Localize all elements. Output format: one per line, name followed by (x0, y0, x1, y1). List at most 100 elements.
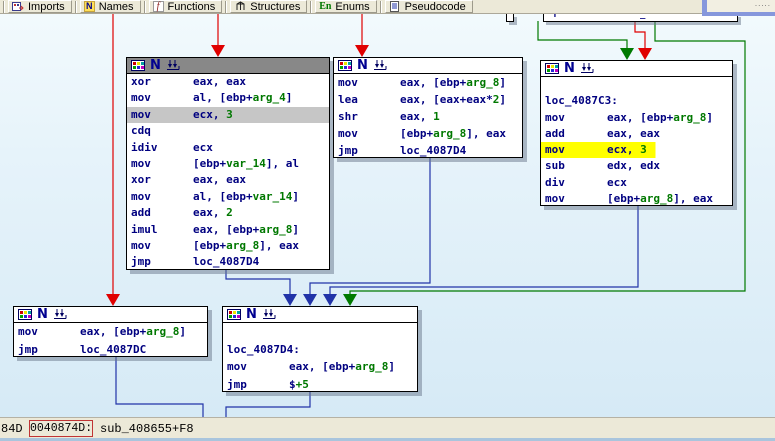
asm-line[interactable]: mov[ebp+var_14], al (127, 156, 329, 172)
tab-pseudocode[interactable]: Pseudocode (385, 0, 473, 13)
code-token: eax, eax (193, 173, 246, 186)
block-name-icon[interactable]: N (37, 308, 48, 321)
operands: eax, [ebp+arg_8] (289, 360, 395, 373)
asm-line[interactable]: shreax, 1 (334, 108, 522, 125)
overlapping-window-corner: ..... (702, 0, 775, 16)
asm-line[interactable]: jmploc_4087D4 (127, 254, 329, 270)
code-token: ecx (193, 141, 213, 154)
operands: loc_4087D4 (193, 255, 259, 268)
asm-line[interactable]: mov[ebp+arg_8], eax (127, 238, 329, 254)
asm-line[interactable]: mov[ebp+arg_8], eax (541, 191, 732, 207)
asm-line[interactable]: moveax, [ebp+arg_8] (223, 358, 417, 376)
enums-icon: En (319, 1, 331, 12)
location-label: loc_4087D4: (227, 343, 300, 356)
block-title-bar[interactable]: N (14, 307, 207, 323)
asm-label-line[interactable]: loc_4087D4: (223, 341, 417, 359)
tab-functions[interactable]: f Functions (149, 0, 223, 13)
operands: eax, [eax+eax*2] (400, 93, 506, 106)
asm-line[interactable]: movecx, 3 (127, 107, 329, 123)
mnemonic: mov (545, 110, 607, 126)
mnemonic: jmp (338, 142, 400, 159)
operands: edx, edx (607, 159, 660, 172)
block-name-icon[interactable]: N (246, 308, 257, 321)
asm-blank-line[interactable] (541, 77, 732, 93)
block-palette-icon[interactable] (227, 309, 241, 320)
mnemonic: jmp (227, 376, 289, 394)
block-palette-icon[interactable] (338, 60, 352, 71)
asm-line[interactable]: addeax, eax (541, 126, 732, 142)
tab-toolbar: Imports N Names f Functions Structures E… (0, 0, 775, 14)
asm-blank-line[interactable] (223, 323, 417, 341)
tab-structures[interactable]: Structures (230, 0, 307, 13)
operands: al, [ebp+arg_4] (193, 91, 292, 104)
asm-line[interactable]: xoreax, eax (127, 172, 329, 188)
code-token: ] (388, 360, 395, 373)
asm-line[interactable]: jmp$+5 (223, 376, 417, 394)
basic-block-4[interactable]: Nmoveax, [ebp+arg_8]jmploc_4087DC (13, 306, 208, 357)
block-name-icon[interactable]: N (564, 62, 575, 75)
operands: loc_4087DC (80, 343, 146, 356)
mnemonic: shr (338, 108, 400, 125)
block-name-icon[interactable]: N (357, 59, 368, 72)
asm-line[interactable]: idivecx (127, 140, 329, 156)
basic-block-1[interactable]: Nxoreax, eaxmoval, [ebp+arg_4]movecx, 3c… (126, 57, 330, 270)
collapse-graph-icon[interactable] (580, 63, 595, 74)
tab-names[interactable]: N Names (80, 0, 141, 13)
code-token: ] (292, 190, 299, 203)
collapse-graph-icon[interactable] (53, 309, 68, 320)
tab-enums[interactable]: En Enums (315, 0, 376, 13)
mnemonic: mov (131, 90, 193, 106)
block-title-bar[interactable]: N (223, 307, 417, 323)
collapse-graph-icon[interactable] (166, 60, 181, 71)
block-name-icon[interactable]: N (150, 59, 161, 72)
block-title-bar[interactable]: N (334, 58, 522, 74)
asm-line[interactable]: moveax, [ebp+arg_8] (14, 323, 207, 341)
asm-line[interactable]: movecx, 3 (541, 142, 732, 158)
code-token: eax, eax (607, 127, 660, 140)
block-title-bar[interactable]: N (541, 61, 732, 77)
code-token: loc_4087D4 (400, 144, 466, 157)
toolbar-separator (144, 1, 146, 13)
asm-line[interactable]: mov[ebp+arg_8], eax (334, 125, 522, 142)
asm-line[interactable]: moval, [ebp+var_14] (127, 189, 329, 205)
basic-block-loc_4087D4[interactable]: N loc_4087D4: moveax, [ebp+arg_8]jmp$+5 (222, 306, 418, 392)
tab-label: Names (99, 1, 134, 13)
tab-label: Imports (28, 1, 65, 13)
code-token: ], eax (466, 127, 506, 140)
asm-line[interactable]: cdq (127, 123, 329, 139)
block-palette-icon[interactable] (545, 63, 559, 74)
structures-icon (234, 1, 246, 12)
asm-line[interactable]: jmploc_4087DC (14, 341, 207, 359)
mnemonic: add (545, 126, 607, 142)
operands: eax, eax (193, 173, 246, 186)
block-palette-icon[interactable] (131, 60, 145, 71)
block-title-bar[interactable]: N (127, 58, 329, 74)
collapse-graph-icon[interactable] (373, 60, 388, 71)
code-token: [ebp+ (607, 192, 640, 205)
asm-line[interactable]: moval, [ebp+arg_4] (127, 90, 329, 106)
asm-line[interactable]: divecx (541, 175, 732, 191)
collapse-graph-icon[interactable] (262, 309, 277, 320)
toolbar-separator (225, 1, 227, 13)
code-token: al, [ebp+ (193, 190, 253, 203)
block-palette-icon[interactable] (18, 309, 32, 320)
code-token: $ (289, 378, 296, 391)
operands: [ebp+arg_8], eax (193, 239, 299, 252)
asm-line[interactable]: xoreax, eax (127, 74, 329, 90)
asm-line[interactable]: moveax, [ebp+arg_8] (334, 74, 522, 91)
basic-block-loc_4087C3[interactable]: N loc_4087C3: moveax, [ebp+arg_8]addeax, … (540, 60, 733, 206)
asm-line[interactable]: leaeax, [eax+eax*2] (334, 91, 522, 108)
asm-line[interactable]: moveax, [ebp+arg_8] (541, 110, 732, 126)
asm-label-line[interactable]: loc_4087C3: (541, 93, 732, 109)
basic-block-2[interactable]: Nmoveax, [ebp+arg_8]leaeax, [eax+eax*2]s… (333, 57, 523, 158)
mnemonic: lea (338, 91, 400, 108)
asm-line[interactable]: subedx, edx (541, 158, 732, 174)
asm-line[interactable]: imuleax, [ebp+arg_8] (127, 222, 329, 238)
code-token: ecx (607, 176, 627, 189)
mnemonic: mov (545, 142, 607, 158)
tab-imports[interactable]: Imports (8, 0, 72, 13)
window-dots: ..... (755, 0, 771, 8)
location-label: loc_4087C3: (545, 94, 618, 107)
asm-line[interactable]: jmploc_4087D4 (334, 142, 522, 159)
asm-line[interactable]: addeax, 2 (127, 205, 329, 221)
